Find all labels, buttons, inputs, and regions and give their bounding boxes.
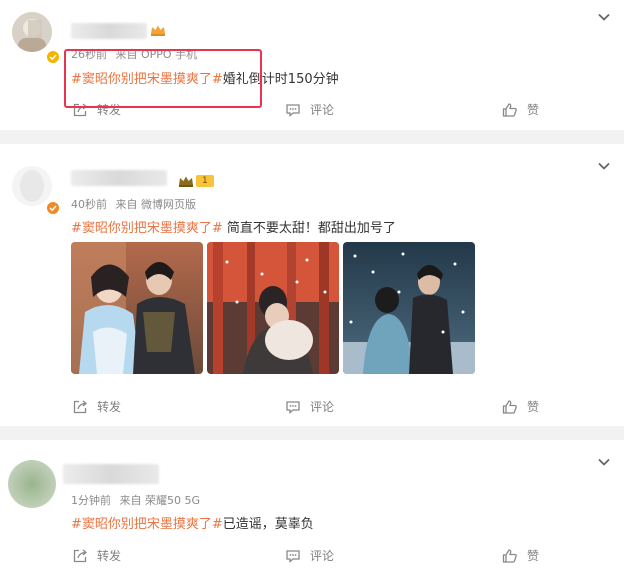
username-redacted[interactable] (63, 464, 159, 484)
post-text: 婚礼倒计时150分钟 (222, 72, 339, 87)
comment-icon (286, 549, 300, 563)
comment-label: 评论 (310, 400, 335, 414)
like-button[interactable]: 赞 (502, 398, 539, 415)
post-photo-3[interactable] (343, 242, 475, 374)
repost-label: 转发 (97, 549, 122, 563)
share-icon (73, 103, 88, 116)
photo-image (71, 242, 203, 374)
post-source: 来自 OPPO 手机 (115, 48, 198, 61)
topic-link[interactable]: #窦昭你别把宋墨摸爽了# (71, 517, 223, 532)
post-actions: 转发 评论 赞 (0, 398, 624, 418)
post-time[interactable]: 26秒前 (71, 48, 107, 61)
post-card-3: 1分钟前 来自 荣耀50 5G #窦昭你别把宋墨摸爽了#已造谣，莫辜负 转发 评… (0, 440, 624, 581)
post-meta: 26秒前 来自 OPPO 手机 (71, 46, 202, 62)
post-time[interactable]: 40秒前 (71, 198, 107, 211)
post-content: #窦昭你别把宋墨摸爽了# 简直不要太甜！都甜出加号了 (71, 217, 396, 236)
avatar-image (12, 166, 52, 206)
post-time[interactable]: 1分钟前 (71, 494, 111, 507)
chevron-down-icon[interactable] (596, 454, 612, 470)
post-meta: 1分钟前 来自 荣耀50 5G (71, 492, 205, 508)
repost-label: 转发 (97, 103, 122, 117)
post-content: #窦昭你别把宋墨摸爽了#已造谣，莫辜负 (71, 513, 314, 532)
like-button[interactable]: 赞 (502, 547, 539, 564)
thumbs-up-icon (502, 399, 517, 414)
avatar[interactable] (12, 166, 52, 206)
crown-icon (179, 176, 193, 187)
topic-link[interactable]: #窦昭你别把宋墨摸爽了# (71, 72, 223, 87)
avatar[interactable] (8, 460, 56, 508)
topic-link[interactable]: #窦昭你别把宋墨摸爽了# (71, 221, 223, 236)
post-source: 来自 荣耀50 5G (119, 494, 201, 507)
comment-icon (286, 400, 300, 414)
thumbs-up-icon (502, 102, 517, 117)
post-content: #窦昭你别把宋墨摸爽了#婚礼倒计时150分钟 (71, 68, 339, 87)
post-photo-2[interactable] (207, 242, 339, 374)
share-icon (73, 400, 88, 413)
post-card-1: 26秒前 来自 OPPO 手机 #窦昭你别把宋墨摸爽了#婚礼倒计时150分钟 转… (0, 0, 624, 130)
verified-badge-icon (46, 201, 60, 215)
repost-button[interactable]: 转发 (72, 101, 121, 118)
fan-badge: 1 (177, 174, 214, 188)
post-actions: 转发 评论 赞 (0, 547, 624, 567)
thumbs-up-icon (502, 548, 517, 563)
repost-button[interactable]: 转发 (72, 398, 121, 415)
comment-icon (286, 103, 300, 117)
comment-label: 评论 (310, 103, 335, 117)
username-redacted[interactable] (71, 170, 167, 186)
post-meta: 40秒前 来自 微博网页版 (71, 196, 201, 212)
photo-image (343, 242, 475, 374)
comment-button[interactable]: 评论 (285, 547, 334, 564)
crown-icon (151, 25, 165, 36)
avatar-image (12, 12, 52, 52)
avatar-image (8, 460, 56, 508)
like-button[interactable]: 赞 (502, 101, 539, 118)
post-photo-1[interactable] (71, 242, 203, 374)
chevron-down-icon[interactable] (596, 158, 612, 174)
fan-level: 1 (196, 175, 214, 187)
verified-badge-icon (46, 50, 60, 64)
like-label: 赞 (527, 400, 540, 414)
avatar[interactable] (12, 12, 52, 52)
post-text: 已造谣，莫辜负 (222, 517, 314, 532)
repost-label: 转发 (97, 400, 122, 414)
photo-image (207, 242, 339, 374)
like-label: 赞 (527, 103, 540, 117)
comment-button[interactable]: 评论 (285, 398, 334, 415)
like-label: 赞 (527, 549, 540, 563)
chevron-down-icon[interactable] (596, 9, 612, 25)
share-icon (73, 549, 88, 562)
comment-label: 评论 (310, 549, 335, 563)
post-actions: 转发 评论 赞 (0, 101, 624, 121)
post-text: 简直不要太甜！都甜出加号了 (222, 221, 396, 236)
post-source: 来自 微博网页版 (115, 198, 197, 211)
username-redacted[interactable] (71, 23, 147, 39)
comment-button[interactable]: 评论 (285, 101, 334, 118)
repost-button[interactable]: 转发 (72, 547, 121, 564)
